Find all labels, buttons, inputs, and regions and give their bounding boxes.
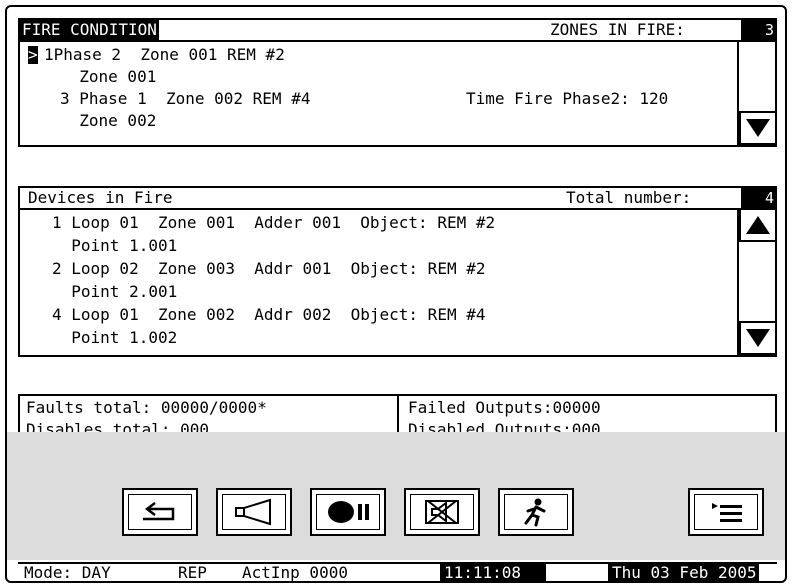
arrow-down-icon xyxy=(746,119,770,137)
device-line[interactable]: 1 Loop 01 Zone 001 Adder 001 Object: REM… xyxy=(52,212,495,234)
alarm-button[interactable] xyxy=(310,488,386,536)
silence-button[interactable] xyxy=(404,488,480,536)
zones-in-fire-label: ZONES IN FIRE: xyxy=(550,20,685,39)
fire-line: Zone 001 xyxy=(60,67,157,86)
device-line[interactable]: 2 Loop 02 Zone 003 Addr 001 Object: REM … xyxy=(52,258,485,280)
return-arrow-icon xyxy=(143,502,175,521)
device-line: Point 1.002 xyxy=(52,328,178,347)
fire-line[interactable]: 3 Phase 1 Zone 002 REM #4 xyxy=(60,88,310,110)
status-line: Mode: DAY REP ActInp 0000 11:11:08 Thu 0… xyxy=(24,563,782,583)
alarm-bell-icon xyxy=(328,501,369,523)
device-line[interactable]: 4 Loop 01 Zone 002 Addr 002 Object: REM … xyxy=(52,304,485,326)
faults-total: Faults total: 00000/0000* xyxy=(26,398,267,417)
devices-title: Devices in Fire xyxy=(28,188,173,207)
mute-speaker-icon xyxy=(425,500,459,524)
fire-condition-title: FIRE CONDITION xyxy=(20,20,159,40)
fire-line: Zone 002 xyxy=(60,111,157,130)
fire-scroll-down-button[interactable] xyxy=(739,111,775,145)
total-number-count: 4 xyxy=(741,188,775,210)
failed-outputs: Failed Outputs:00000 xyxy=(408,398,601,417)
devices-scroll-up-button[interactable] xyxy=(739,208,775,242)
fire-condition-header: FIRE CONDITION ZONES IN FIRE: xyxy=(20,20,741,42)
mode-indicator: Mode: DAY xyxy=(24,563,111,582)
selection-pointer: > xyxy=(28,45,38,64)
menu-list-icon xyxy=(712,503,742,522)
rep-indicator: REP xyxy=(178,563,207,582)
fire-condition-panel: FIRE CONDITION ZONES IN FIRE: 3 > 1Phase… xyxy=(18,18,777,147)
devices-header: Devices in Fire Total number: xyxy=(20,188,741,210)
clock-time: 11:11:08 xyxy=(440,563,546,583)
siren-button[interactable] xyxy=(216,488,292,536)
devices-scroll-down-button[interactable] xyxy=(739,321,775,355)
back-button[interactable] xyxy=(122,488,198,536)
devices-in-fire-panel: Devices in Fire Total number: 4 1 Loop 0… xyxy=(18,186,777,357)
total-number-label: Total number: xyxy=(566,188,692,207)
siren-horn-icon xyxy=(235,498,271,526)
arrow-down-icon xyxy=(746,329,770,347)
device-line: Point 2.001 xyxy=(52,282,178,301)
fire-phase-timer: Time Fire Phase2: 120 xyxy=(466,89,669,108)
arrow-up-icon xyxy=(746,216,770,234)
running-man-icon xyxy=(524,498,546,527)
active-inputs: ActInp 0000 xyxy=(242,563,348,582)
zones-in-fire-count: 3 xyxy=(741,20,775,42)
clock-date: Thu 03 Feb 2005 xyxy=(608,563,759,583)
evacuate-button[interactable] xyxy=(498,488,574,536)
fire-line[interactable]: 1Phase 2 Zone 001 REM #2 xyxy=(44,44,285,66)
device-line: Point 1.001 xyxy=(52,236,178,255)
menu-button[interactable] xyxy=(688,488,764,536)
